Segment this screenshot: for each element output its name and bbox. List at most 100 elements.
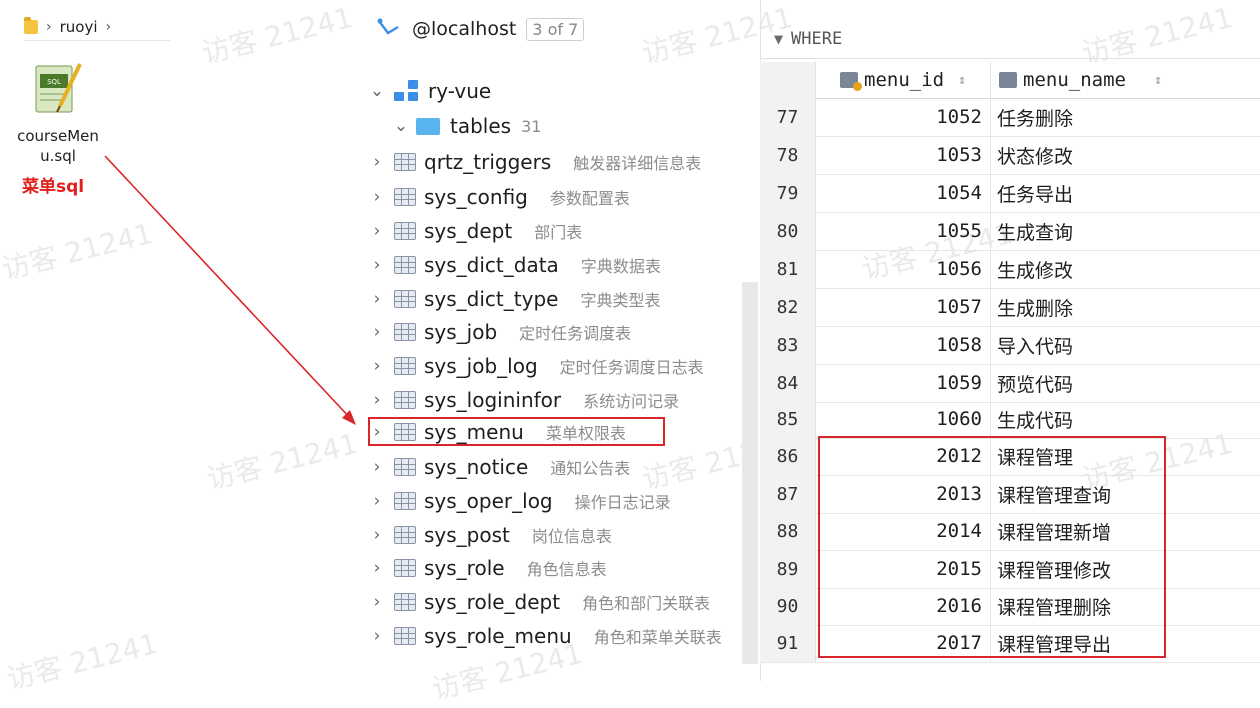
connection-host[interactable]: @localhost xyxy=(412,18,516,40)
cell-menu-id[interactable]: 1059 xyxy=(816,372,990,394)
row-number: 88 xyxy=(760,512,816,550)
cell-menu-id[interactable]: 1055 xyxy=(816,220,990,242)
folder-icon xyxy=(416,117,440,135)
table-icon xyxy=(394,559,416,577)
chevron-right-icon[interactable]: › xyxy=(366,457,388,477)
table-row-sys-oper-log[interactable]: › sys_oper_log 操作日志记录 xyxy=(366,484,671,518)
cell-menu-id[interactable]: 1060 xyxy=(816,408,990,430)
table-row-sys-logininfor[interactable]: › sys_logininfor 系统访问记录 xyxy=(366,383,680,417)
table-icon xyxy=(394,458,416,476)
chevron-right-icon[interactable]: › xyxy=(366,525,388,545)
cell-menu-name[interactable]: 状态修改 xyxy=(990,136,1073,174)
row-number: 82 xyxy=(760,288,816,326)
table-row-sys-config[interactable]: › sys_config 参数配置表 xyxy=(366,180,630,214)
cell-menu-name[interactable]: 生成代码 xyxy=(990,400,1073,438)
chevron-down-icon[interactable]: ⌄ xyxy=(366,81,388,101)
table-name: sys_config xyxy=(424,185,528,209)
table-row-sys-notice[interactable]: › sys_notice 通知公告表 xyxy=(366,450,631,484)
table-row-sys-role-menu[interactable]: › sys_role_menu 角色和菜单关联表 xyxy=(366,619,722,653)
cell-menu-id[interactable]: 1056 xyxy=(816,258,990,280)
tree-folder-tables[interactable]: ⌄ tables 31 xyxy=(390,109,542,143)
chevron-right-icon[interactable]: › xyxy=(366,255,388,275)
table-row-sys-dept[interactable]: › sys_dept 部门表 xyxy=(366,214,583,248)
chevron-right-icon[interactable]: › xyxy=(366,152,388,172)
table-comment: 字典类型表 xyxy=(580,291,661,310)
table-row[interactable]: 79 1054 任务导出 xyxy=(760,174,1260,213)
chevron-right-icon[interactable]: › xyxy=(366,558,388,578)
column-icon xyxy=(999,72,1017,88)
row-number: 90 xyxy=(760,587,816,625)
cell-menu-name[interactable]: 导入代码 xyxy=(990,326,1073,364)
grid-header: menu_id ⇕ menu_name ⇕ xyxy=(760,62,1260,99)
table-row[interactable]: 85 1060 生成代码 xyxy=(760,400,1260,439)
table-name: sys_notice xyxy=(424,455,529,479)
cell-menu-name[interactable]: 生成查询 xyxy=(990,212,1073,250)
filter-icon[interactable]: ▼ xyxy=(774,30,783,48)
sort-icon[interactable]: ⇕ xyxy=(1154,73,1162,88)
table-icon xyxy=(394,526,416,544)
table-row-sys-dict-type[interactable]: › sys_dict_type 字典类型表 xyxy=(366,282,661,316)
table-name: sys_role_dept xyxy=(424,590,561,614)
chevron-right-icon[interactable]: › xyxy=(366,289,388,309)
cell-menu-name[interactable]: 生成删除 xyxy=(990,288,1073,326)
chevron-right-icon[interactable]: › xyxy=(366,626,388,646)
table-count: 31 xyxy=(521,116,542,136)
table-row-qrtz-triggers[interactable]: › qrtz_triggers 触发器详细信息表 xyxy=(366,145,702,179)
table-row-sys-role-dept[interactable]: › sys_role_dept 角色和部门关联表 xyxy=(366,585,711,619)
tree-scrollbar[interactable] xyxy=(742,282,758,664)
table-name: sys_job xyxy=(424,320,498,344)
table-icon xyxy=(394,290,416,308)
cell-menu-id[interactable]: 1058 xyxy=(816,334,990,356)
table-icon xyxy=(394,627,416,645)
chevron-right-icon[interactable]: › xyxy=(366,221,388,241)
row-number: 79 xyxy=(760,174,816,212)
sort-icon[interactable]: ⇕ xyxy=(958,73,966,88)
cell-menu-name[interactable]: 任务导出 xyxy=(990,174,1073,212)
chevron-right-icon[interactable]: › xyxy=(366,187,388,207)
table-row[interactable]: 78 1053 状态修改 xyxy=(760,136,1260,175)
chevron-right-icon[interactable]: › xyxy=(366,356,388,376)
chevron-right-icon[interactable]: › xyxy=(366,592,388,612)
table-name: sys_post xyxy=(424,523,510,547)
table-row-sys-job-log[interactable]: › sys_job_log 定时任务调度日志表 xyxy=(366,349,704,383)
column-header-menu-name[interactable]: menu_name ⇕ xyxy=(990,62,1162,98)
table-row[interactable]: 84 1059 预览代码 xyxy=(760,364,1260,403)
table-icon xyxy=(394,256,416,274)
cell-menu-id[interactable]: 1057 xyxy=(816,296,990,318)
cell-menu-name[interactable]: 任务删除 xyxy=(990,98,1073,136)
table-comment: 系统访问记录 xyxy=(583,392,680,411)
chevron-right-icon[interactable]: › xyxy=(366,491,388,511)
table-comment: 操作日志记录 xyxy=(574,493,671,512)
cell-menu-name[interactable]: 生成修改 xyxy=(990,250,1073,288)
row-number: 85 xyxy=(760,400,816,438)
table-row-sys-role[interactable]: › sys_role 角色信息表 xyxy=(366,551,607,585)
cell-menu-id[interactable]: 1052 xyxy=(816,106,990,128)
chevron-down-icon[interactable]: ⌄ xyxy=(390,116,412,136)
table-row[interactable]: 77 1052 任务删除 xyxy=(760,98,1260,137)
row-number: 86 xyxy=(760,437,816,475)
column-header-menu-id[interactable]: menu_id ⇕ xyxy=(816,69,990,91)
cell-menu-id[interactable]: 1053 xyxy=(816,144,990,166)
table-icon xyxy=(394,222,416,240)
cell-menu-id[interactable]: 1054 xyxy=(816,182,990,204)
table-row[interactable]: 81 1056 生成修改 xyxy=(760,250,1260,289)
tree-schema-ry-vue[interactable]: ⌄ ry-vue xyxy=(366,74,491,108)
row-number: 78 xyxy=(760,136,816,174)
connection-header: @localhost 3 of 7 xyxy=(376,14,585,44)
table-row[interactable]: 83 1058 导入代码 xyxy=(760,326,1260,365)
cell-menu-name[interactable]: 预览代码 xyxy=(990,364,1073,402)
table-icon xyxy=(394,593,416,611)
table-row[interactable]: 80 1055 生成查询 xyxy=(760,212,1260,251)
table-comment: 角色和部门关联表 xyxy=(582,594,711,613)
table-row-sys-post[interactable]: › sys_post 岗位信息表 xyxy=(366,518,612,552)
table-row[interactable]: 82 1057 生成删除 xyxy=(760,288,1260,327)
table-row-sys-dict-data[interactable]: › sys_dict_data 字典数据表 xyxy=(366,248,661,282)
schema-count-badge[interactable]: 3 of 7 xyxy=(526,17,585,41)
row-number: 87 xyxy=(760,475,816,513)
table-comment: 触发器详细信息表 xyxy=(573,154,702,173)
chevron-right-icon[interactable]: › xyxy=(366,322,388,342)
table-name: sys_dict_data xyxy=(424,253,559,277)
table-row-sys-job[interactable]: › sys_job 定时任务调度表 xyxy=(366,315,632,349)
where-filter-bar[interactable]: ▼ WHERE xyxy=(760,20,1260,59)
chevron-right-icon[interactable]: › xyxy=(366,390,388,410)
